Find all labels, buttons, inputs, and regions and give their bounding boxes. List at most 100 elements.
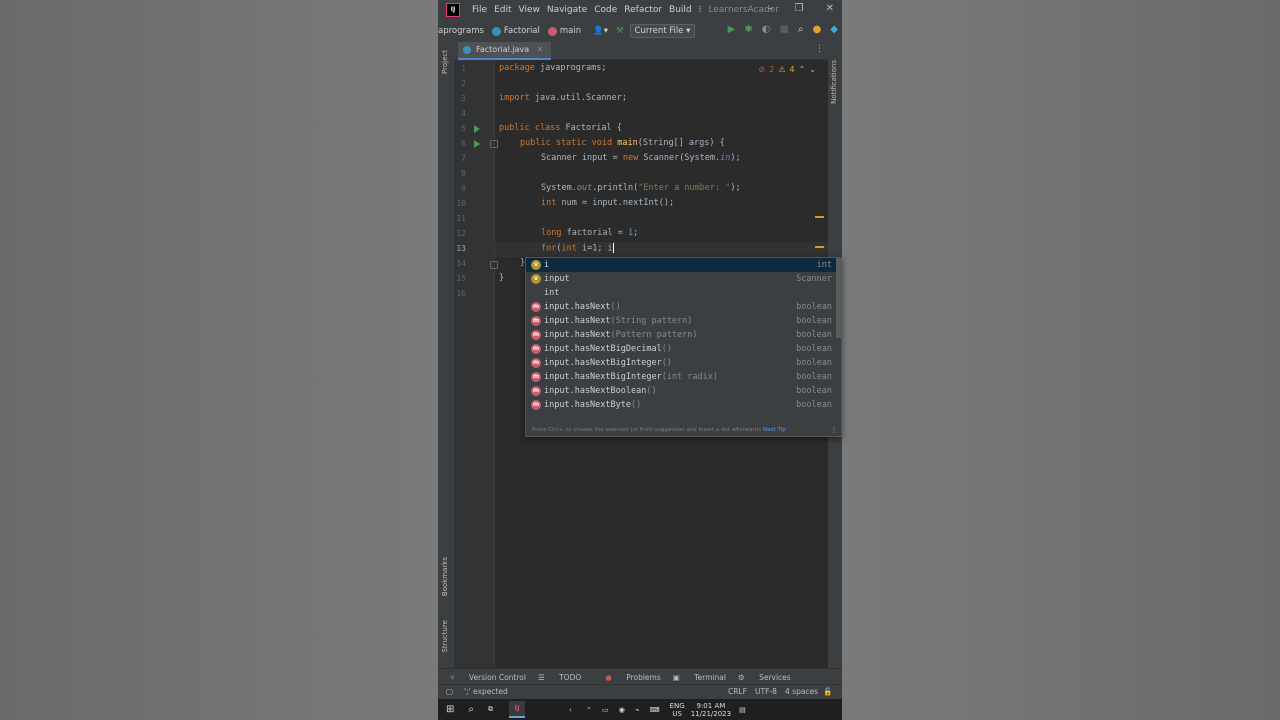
breadcrumb-class[interactable]: Factorial — [491, 26, 540, 36]
next-highlight-icon[interactable]: ⌄ — [809, 65, 816, 74]
line-number: 1 — [461, 64, 466, 73]
fold-marker-icon[interactable] — [490, 261, 498, 269]
intellij-taskbar-icon[interactable]: IJ — [509, 701, 525, 718]
completion-item[interactable]: m input.hasNextByte() boolean — [526, 398, 836, 412]
menu-edit[interactable]: Edit — [494, 5, 511, 15]
file-encoding[interactable]: UTF-8 — [755, 687, 777, 696]
class-icon — [491, 26, 501, 36]
completion-item[interactable]: v input Scanner — [526, 272, 836, 286]
completion-item-label: input.hasNextBigDecimal() — [544, 344, 672, 354]
tab-options-icon[interactable]: ⋮ — [815, 44, 824, 54]
completion-item[interactable]: v i int — [526, 258, 836, 272]
language-code: ENG — [669, 701, 685, 710]
task-view-icon[interactable]: ⧉ — [488, 705, 493, 714]
menu-navigate[interactable]: Navigate — [547, 5, 587, 15]
user-icon[interactable]: 👤▾ — [593, 26, 608, 36]
clock-time: 9:01 AM — [696, 701, 726, 710]
run-config-select[interactable]: Current File ▾ — [629, 24, 696, 38]
warning-stripe[interactable] — [815, 246, 824, 248]
notification-center-icon[interactable]: ▤ — [739, 706, 746, 714]
menu-file[interactable]: File — [472, 5, 487, 15]
lock-icon[interactable]: 🔓 — [823, 687, 832, 696]
menu-refactor[interactable]: Refactor — [624, 5, 662, 15]
tab-factorial-java[interactable]: Factorial.java ✕ — [458, 42, 552, 60]
completion-item-type: boolean — [796, 316, 832, 326]
text-cursor — [612, 243, 614, 253]
tray-icons: ⌃ ▭ ◉ ⌁ ⌨ — [585, 705, 664, 714]
version-control-tool[interactable]: ⑂ Version Control — [450, 673, 526, 682]
project-tool-button[interactable]: Project — [441, 50, 449, 74]
completion-item[interactable]: m input.hasNext(String pattern) boolean — [526, 314, 836, 328]
tab-close-icon[interactable]: ✕ — [537, 45, 544, 54]
minimize-icon[interactable]: – — [768, 3, 773, 14]
menu-view[interactable]: View — [519, 5, 540, 15]
start-icon[interactable]: ⊞ — [446, 704, 454, 715]
popup-scrollbar[interactable] — [836, 258, 841, 338]
intellij-logo-icon: IJ — [446, 3, 460, 17]
bookmarks-tool-button[interactable]: Bookmarks — [441, 557, 449, 596]
fold-marker-icon[interactable] — [490, 140, 498, 148]
todo-tool[interactable]: ☰ TODO — [538, 673, 581, 682]
menu-build[interactable]: Build — [669, 5, 692, 15]
region-code: US — [672, 709, 682, 718]
maximize-icon[interactable]: ❐ — [795, 3, 804, 14]
line-number: 14 — [456, 259, 466, 268]
completion-item-label: input.hasNextBigInteger(int radix) — [544, 372, 718, 382]
notifications-tool-button[interactable]: Notifications — [830, 60, 838, 104]
code-line-10: int num = input.nextInt(); — [541, 198, 675, 208]
clock[interactable]: 9:01 AM 11/21/2023 — [691, 702, 731, 718]
line-separator[interactable]: CRLF — [728, 687, 747, 696]
layout-toggle-icon[interactable]: ▢ — [446, 687, 453, 696]
terminal-tool[interactable]: ▣ Terminal — [673, 673, 726, 682]
line-number: 7 — [461, 154, 466, 163]
taskbar-search-icon[interactable]: ⌕ — [468, 704, 474, 715]
bottom-tool-bar: ⑂ Version Control ☰ TODO ● Problems ▣ Te… — [438, 668, 842, 685]
close-icon[interactable]: ✕ — [826, 3, 834, 14]
completion-item[interactable]: m input.hasNextBigDecimal() boolean — [526, 342, 836, 356]
run-main-icon[interactable] — [474, 140, 480, 148]
warning-stripe[interactable] — [815, 216, 824, 218]
method-icon: m — [531, 344, 541, 354]
toolbar-actions: ▶ ✱ ◐ ■ ⌕ ● ◆ — [728, 24, 838, 35]
menu-overflow-icon[interactable]: ⁝ — [699, 5, 702, 15]
next-tip-link[interactable]: Next Tip — [763, 427, 786, 433]
completion-item-type: boolean — [796, 400, 832, 410]
completion-item[interactable]: m input.hasNextBoolean() boolean — [526, 384, 836, 398]
completion-item[interactable]: m input.hasNext(Pattern pattern) boolean — [526, 328, 836, 342]
completion-item[interactable]: m input.hasNextBigInteger() boolean — [526, 356, 836, 370]
code-line-1: package javaprograms; — [499, 63, 607, 73]
indent-setting[interactable]: 4 spaces — [785, 687, 818, 696]
problems-tool[interactable]: ● Problems — [593, 673, 661, 682]
completion-item-label: input — [544, 274, 570, 284]
completion-item-label: int — [544, 288, 560, 298]
structure-tool-button[interactable]: Structure — [441, 620, 449, 653]
taskbar-overflow-icon[interactable]: ‹ — [569, 706, 572, 714]
update-icon[interactable]: ● — [813, 24, 822, 35]
plugin-icon[interactable]: ◆ — [830, 24, 838, 35]
run-icon[interactable]: ▶ — [728, 24, 736, 35]
menu-code[interactable]: Code — [594, 5, 617, 15]
search-icon[interactable]: ⌕ — [798, 24, 804, 35]
breadcrumb-method[interactable]: main — [547, 26, 581, 36]
debug-icon[interactable]: ✱ — [744, 24, 752, 35]
code-line-12: long factorial = 1; — [541, 228, 639, 238]
completion-item-type: boolean — [796, 330, 832, 340]
line-number: 5 — [461, 124, 466, 133]
warning-icon: ⚠ — [778, 65, 786, 74]
method-icon: m — [531, 400, 541, 410]
coverage-icon[interactable]: ◐ — [762, 24, 771, 35]
breadcrumb-package[interactable]: aprograms — [438, 26, 484, 36]
popup-options-icon[interactable]: ⋮ — [830, 425, 838, 434]
line-number: 2 — [461, 79, 466, 88]
prev-highlight-icon[interactable]: ⌃ — [799, 65, 806, 74]
inspection-widget[interactable]: ⊘ 2 ⚠ 4 ⌃ ⌄ — [759, 65, 816, 74]
language-indicator[interactable]: ENG US — [670, 702, 685, 718]
completion-item[interactable]: m input.hasNextBigInteger(int radix) boole… — [526, 370, 836, 384]
services-tool[interactable]: ⚙ Services — [738, 673, 791, 682]
completion-item[interactable]: int — [526, 286, 836, 300]
build-hammer-icon[interactable]: ⚒ — [616, 26, 624, 36]
run-class-icon[interactable] — [474, 125, 480, 133]
stop-icon[interactable]: ■ — [780, 24, 789, 35]
completion-item[interactable]: m input.hasNext() boolean — [526, 300, 836, 314]
method-icon: m — [531, 372, 541, 382]
